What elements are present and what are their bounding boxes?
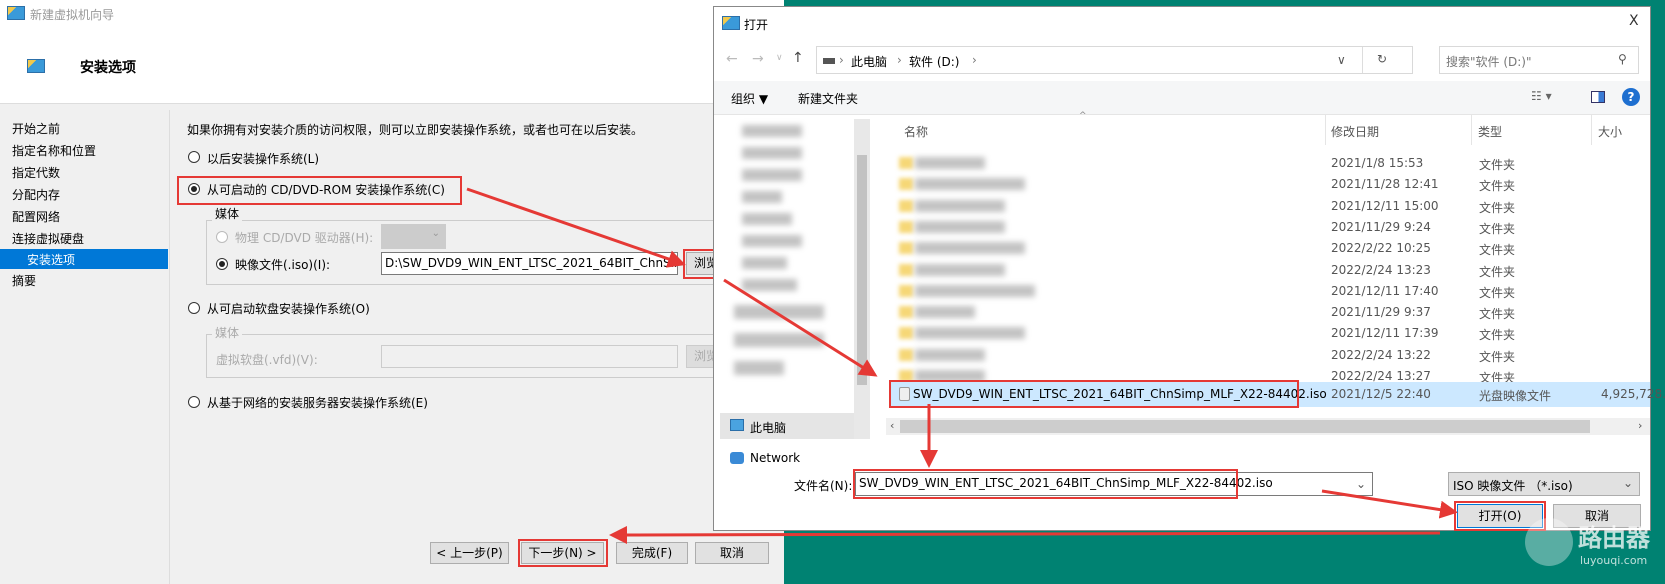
annotation-arrows <box>466 187 1458 544</box>
arrow-to-browse <box>466 187 686 268</box>
arrow-to-next <box>609 525 1441 544</box>
arrow-to-open <box>1321 489 1458 519</box>
arrow-to-file <box>723 278 878 377</box>
